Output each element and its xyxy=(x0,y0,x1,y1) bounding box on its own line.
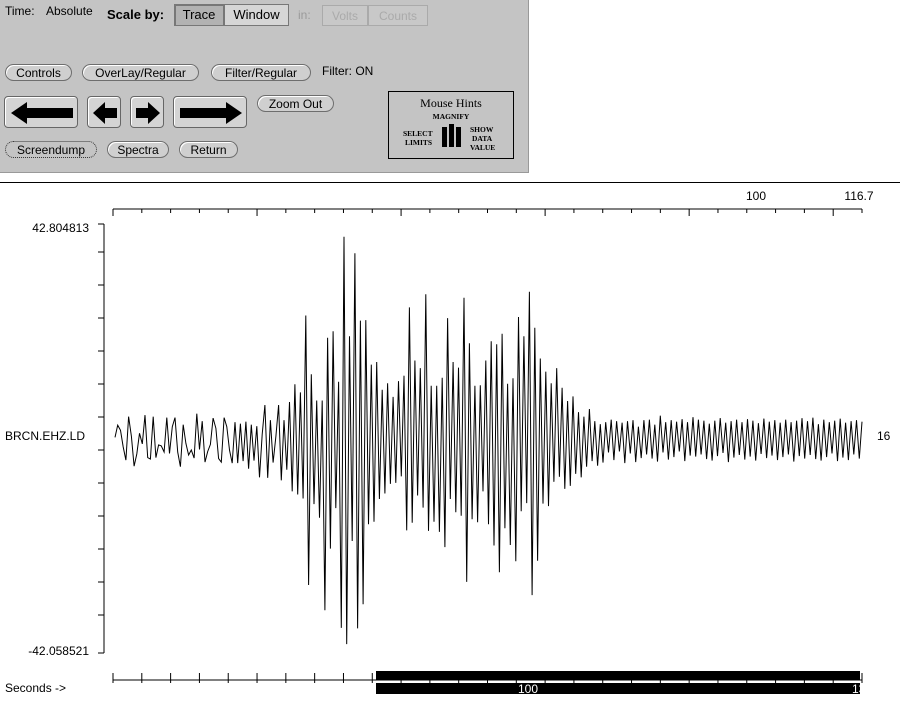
y-axis-max-label: 42.804813 xyxy=(32,221,89,235)
time-window-bar-upper[interactable] xyxy=(376,671,860,680)
big-right-arrow-icon xyxy=(180,102,242,124)
hint-select: SELECT xyxy=(403,129,433,138)
time-window-bar-lower[interactable] xyxy=(376,683,860,694)
control-panel: Time: Absolute Scale by: Trace Window in… xyxy=(0,0,529,173)
right-arrow-icon xyxy=(136,102,160,124)
scroll-right-button[interactable] xyxy=(130,96,164,128)
big-left-arrow-icon xyxy=(11,102,73,124)
scale-by-label: Scale by: xyxy=(107,7,165,22)
units-counts-button[interactable]: Counts xyxy=(368,5,428,26)
hint-show: SHOW xyxy=(470,125,494,134)
units-in-label: in: xyxy=(298,8,311,22)
hint-data: DATA xyxy=(472,134,493,143)
controls-button[interactable]: Controls xyxy=(5,64,72,81)
filter-regular-button[interactable]: Filter/Regular xyxy=(211,64,311,81)
zoom-out-button[interactable]: Zoom Out xyxy=(257,95,334,112)
trace-station-label: BRCN.EHZ.LD xyxy=(5,429,85,443)
units-volts-button[interactable]: Volts xyxy=(322,5,368,26)
plot-frame xyxy=(98,208,863,683)
hint-value: VALUE xyxy=(470,143,496,152)
spectra-button[interactable]: Spectra xyxy=(107,141,169,158)
screendump-button[interactable]: Screendump xyxy=(5,141,97,158)
y-axis-min-label: -42.058521 xyxy=(28,644,89,658)
scroll-left-button[interactable] xyxy=(87,96,121,128)
scroll-far-right-button[interactable] xyxy=(173,96,247,128)
top-axis-label-end: 116.7 xyxy=(844,189,873,203)
bottom-axis-label-100: 100 xyxy=(518,682,538,696)
hint-magnify: MAGNIFY xyxy=(432,112,470,121)
scroll-far-left-button[interactable] xyxy=(4,96,78,128)
scale-trace-button[interactable]: Trace xyxy=(174,4,224,26)
seismogram-area[interactable]: 100 116.7 42.804813 -42.058521 BRCN.EHZ.… xyxy=(0,182,900,701)
x-axis-label: Seconds -> xyxy=(5,681,66,695)
seismogram-plot[interactable]: 100 116.7 42.804813 -42.058521 BRCN.EHZ.… xyxy=(0,183,900,701)
trace-right-label: 16 xyxy=(877,429,891,443)
scale-window-button[interactable]: Window xyxy=(224,4,289,26)
time-label: Time: xyxy=(5,4,35,18)
top-axis-label-100: 100 xyxy=(746,189,766,203)
trace-series xyxy=(114,236,863,645)
bottom-axis-label-end: 131 xyxy=(852,682,872,696)
hint-limits: LIMITS xyxy=(405,138,433,147)
time-mode-value[interactable]: Absolute xyxy=(46,4,93,18)
overlay-regular-button[interactable]: OverLay/Regular xyxy=(82,64,199,81)
left-arrow-icon xyxy=(93,102,117,124)
seismic-trace-line xyxy=(114,236,863,645)
mouse-hints-box: Mouse Hints MAGNIFY SELECT LIMITS SHOW D… xyxy=(388,91,514,159)
filter-status: Filter: ON xyxy=(322,64,374,78)
mouse-icon xyxy=(442,124,461,147)
mouse-hints-title: Mouse Hints xyxy=(420,96,482,110)
return-button[interactable]: Return xyxy=(179,141,238,158)
